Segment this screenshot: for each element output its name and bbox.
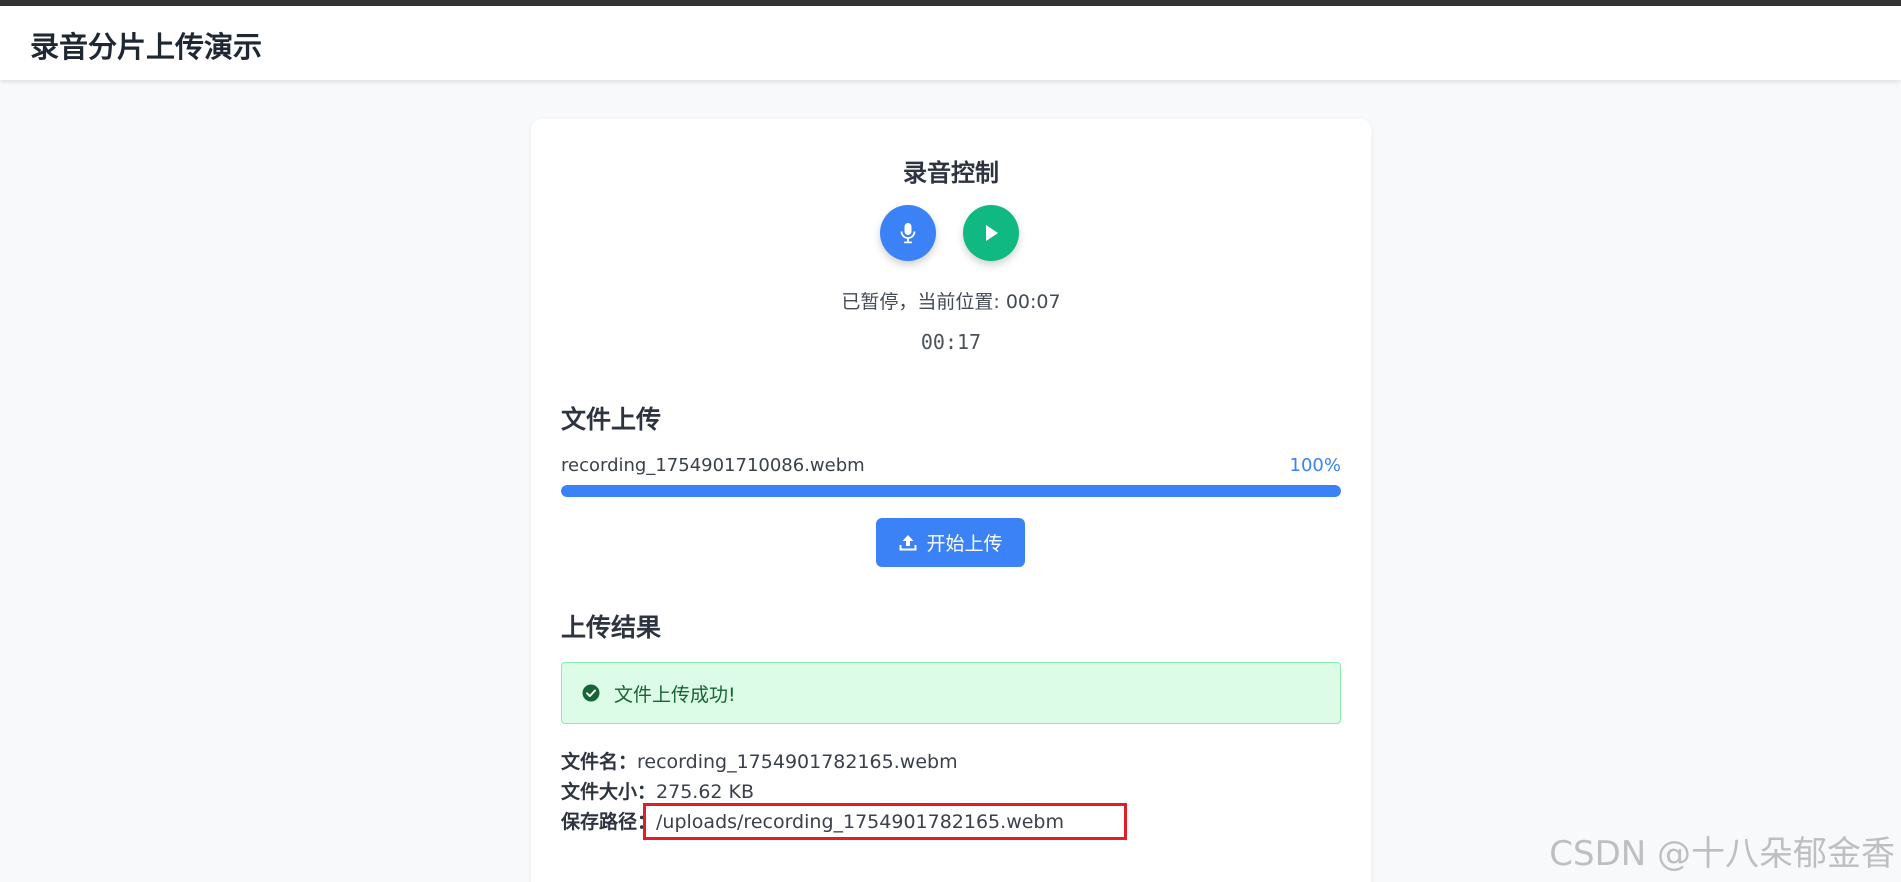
start-upload-button[interactable]: 开始上传	[876, 518, 1025, 567]
page-title: 录音分片上传演示	[30, 30, 263, 64]
main-card: 录音控制 已暂停，当前位置: 00:07 00:17 文件上传 recordin…	[531, 119, 1371, 882]
watermark: CSDN @十八朵郁金香	[1549, 834, 1895, 874]
upload-progress-fill	[561, 485, 1341, 497]
microphone-icon	[900, 223, 916, 244]
playback-status: 已暂停，当前位置: 00:07	[841, 291, 1061, 313]
result-file-size: 文件大小：275.62 KB	[561, 777, 754, 804]
start-upload-label: 开始上传	[926, 533, 1003, 555]
file-name-label: 文件名：	[561, 751, 638, 773]
result-section-title: 上传结果	[561, 613, 662, 642]
recording-timer: 00:17	[920, 330, 982, 354]
file-size-value: 275.62 KB	[656, 781, 755, 803]
save-path-highlight	[643, 803, 1127, 840]
upload-icon	[899, 534, 917, 550]
file-name-value: recording_1754901782165.webm	[637, 751, 958, 773]
app-header: 录音分片上传演示	[0, 6, 1901, 80]
success-alert: 文件上传成功!	[561, 662, 1341, 724]
result-file-name: 文件名：recording_1754901782165.webm	[561, 747, 958, 774]
upload-section-title: 文件上传	[561, 405, 662, 434]
upload-file-name: recording_1754901710086.webm	[561, 455, 865, 476]
record-button[interactable]	[880, 205, 936, 261]
check-circle-icon	[582, 684, 600, 702]
success-message: 文件上传成功!	[614, 683, 736, 706]
file-size-label: 文件大小：	[561, 781, 657, 803]
upload-percent: 100%	[1289, 455, 1341, 476]
save-path-label: 保存路径：	[561, 811, 657, 833]
play-icon	[986, 225, 998, 241]
upload-progress-bar	[561, 485, 1341, 497]
recording-section-title: 录音控制	[903, 159, 999, 187]
play-button[interactable]	[963, 205, 1019, 261]
